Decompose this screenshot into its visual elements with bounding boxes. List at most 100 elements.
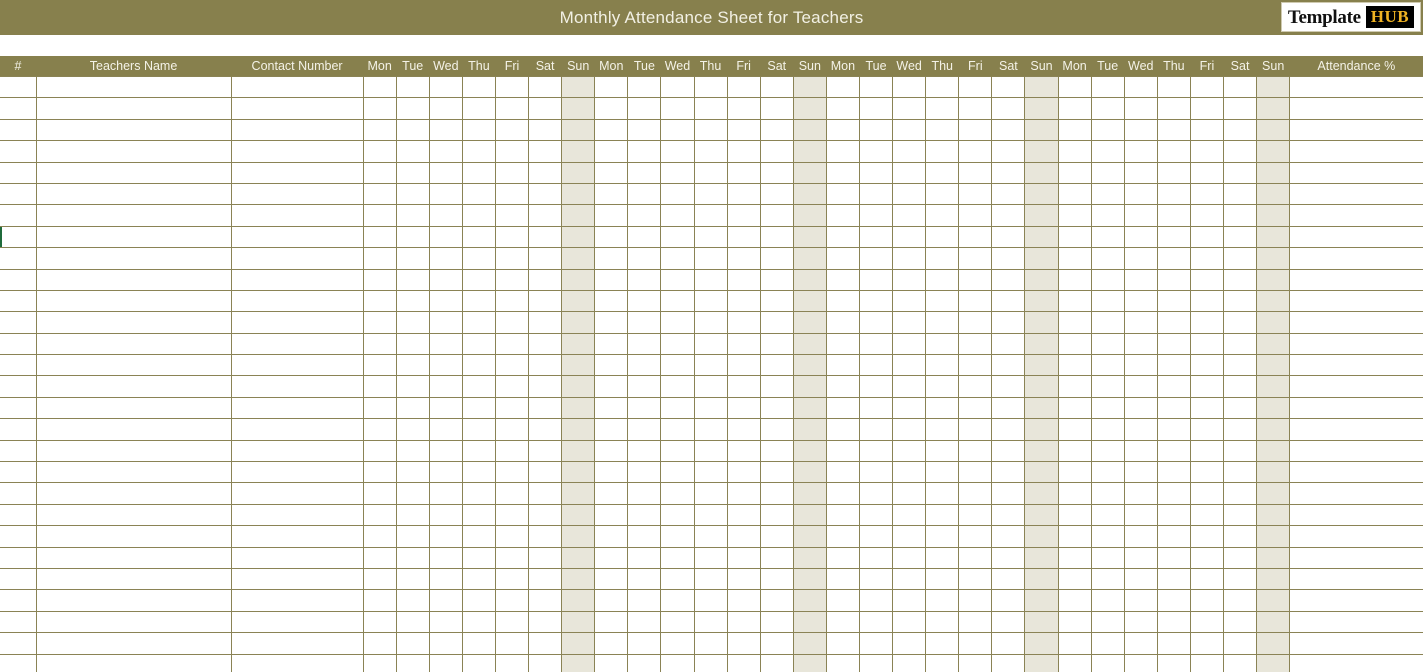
cell-day-mon-17-row-25[interactable] — [825, 610, 860, 634]
cell-day-tue-11-row-19[interactable] — [627, 482, 662, 505]
cell-name-row-11[interactable] — [35, 311, 232, 334]
cell-day-sun-9-row-25[interactable] — [561, 610, 596, 634]
cell-day-thu-13-row-21[interactable] — [693, 525, 728, 548]
cell-day-thu-20-row-1[interactable] — [925, 97, 960, 120]
cell-day-tue-25-row-24[interactable] — [1090, 589, 1125, 612]
cell-day-tue-18-row-7[interactable] — [858, 225, 894, 249]
cell-day-fri-28-row-6[interactable] — [1189, 204, 1225, 227]
cell-attendance-row-5[interactable] — [1289, 182, 1423, 206]
cell-day-sun-16-row-2[interactable] — [792, 118, 827, 142]
cell-day-wed-19-row-18[interactable] — [892, 461, 927, 484]
cell-day-tue-11-row-6[interactable] — [627, 204, 662, 227]
cell-day-sat-22-row-26[interactable] — [991, 632, 1026, 655]
cell-day-thu-27-row-16[interactable] — [1156, 418, 1191, 441]
cell-day-thu-27-row-7[interactable] — [1156, 225, 1191, 249]
cell-day-wed-12-row-3[interactable] — [660, 140, 695, 163]
cell-day-mon-10-row-16[interactable] — [594, 418, 629, 441]
cell-day-thu-13-row-13[interactable] — [693, 354, 728, 377]
cell-day-thu-13-row-0[interactable] — [693, 75, 728, 99]
cell-day-sat-29-row-23[interactable] — [1223, 567, 1258, 591]
cell-day-thu-6-row-0[interactable] — [461, 75, 496, 99]
cell-day-fri-28-row-7[interactable] — [1189, 225, 1225, 249]
cell-day-mon-24-row-18[interactable] — [1057, 461, 1092, 484]
cell-day-fri-21-row-27[interactable] — [958, 653, 993, 672]
cell-index-row-19[interactable] — [0, 482, 37, 505]
cell-day-thu-13-row-8[interactable] — [693, 247, 728, 270]
cell-day-wed-19-row-24[interactable] — [892, 589, 927, 612]
cell-day-sun-16-row-16[interactable] — [792, 418, 827, 441]
cell-day-thu-27-row-26[interactable] — [1156, 632, 1191, 655]
cell-day-sat-29-row-6[interactable] — [1223, 204, 1258, 227]
cell-day-fri-14-row-16[interactable] — [726, 418, 761, 441]
cell-day-mon-17-row-4[interactable] — [825, 161, 860, 184]
cell-day-sun-30-row-27[interactable] — [1256, 653, 1291, 672]
cell-day-tue-18-row-13[interactable] — [858, 354, 894, 377]
cell-day-thu-13-row-15[interactable] — [693, 396, 728, 420]
cell-day-fri-14-row-2[interactable] — [726, 118, 761, 142]
cell-day-fri-14-row-1[interactable] — [726, 97, 761, 120]
cell-index-row-26[interactable] — [0, 632, 37, 655]
cell-day-wed-19-row-15[interactable] — [892, 396, 927, 420]
cell-day-wed-5-row-4[interactable] — [428, 161, 463, 184]
cell-day-fri-21-row-14[interactable] — [958, 375, 993, 398]
cell-day-wed-26-row-5[interactable] — [1123, 182, 1158, 206]
cell-day-wed-26-row-26[interactable] — [1123, 632, 1158, 655]
cell-day-sat-22-row-22[interactable] — [991, 546, 1026, 569]
cell-day-tue-25-row-1[interactable] — [1090, 97, 1125, 120]
cell-day-tue-11-row-23[interactable] — [627, 567, 662, 591]
cell-day-tue-25-row-7[interactable] — [1090, 225, 1125, 249]
cell-day-tue-11-row-20[interactable] — [627, 503, 662, 527]
cell-day-mon-10-row-11[interactable] — [594, 311, 629, 334]
cell-day-fri-21-row-18[interactable] — [958, 461, 993, 484]
cell-day-thu-13-row-5[interactable] — [693, 182, 728, 206]
cell-day-tue-11-row-12[interactable] — [627, 332, 662, 356]
cell-day-fri-28-row-24[interactable] — [1189, 589, 1225, 612]
cell-day-thu-27-row-22[interactable] — [1156, 546, 1191, 569]
cell-day-mon-24-row-22[interactable] — [1057, 546, 1092, 569]
cell-day-thu-20-row-10[interactable] — [925, 289, 960, 313]
cell-day-fri-28-row-4[interactable] — [1189, 161, 1225, 184]
cell-day-sun-9-row-2[interactable] — [561, 118, 596, 142]
cell-day-fri-21-row-11[interactable] — [958, 311, 993, 334]
cell-day-fri-28-row-21[interactable] — [1189, 525, 1225, 548]
cell-index-row-25[interactable] — [0, 610, 37, 634]
cell-day-sun-9-row-22[interactable] — [561, 546, 596, 569]
cell-day-mon-10-row-19[interactable] — [594, 482, 629, 505]
cell-day-wed-12-row-27[interactable] — [660, 653, 695, 672]
cell-index-row-17[interactable] — [0, 439, 37, 463]
cell-day-sat-29-row-18[interactable] — [1223, 461, 1258, 484]
cell-day-thu-20-row-16[interactable] — [925, 418, 960, 441]
cell-day-mon-24-row-2[interactable] — [1057, 118, 1092, 142]
cell-index-row-6[interactable] — [0, 204, 37, 227]
cell-day-thu-6-row-20[interactable] — [461, 503, 496, 527]
cell-day-thu-6-row-14[interactable] — [461, 375, 496, 398]
cell-day-sat-8-row-22[interactable] — [528, 546, 563, 569]
cell-day-tue-18-row-27[interactable] — [858, 653, 894, 672]
cell-day-sat-15-row-7[interactable] — [759, 225, 794, 249]
cell-day-sun-30-row-20[interactable] — [1256, 503, 1291, 527]
cell-day-fri-14-row-25[interactable] — [726, 610, 761, 634]
cell-day-tue-25-row-13[interactable] — [1090, 354, 1125, 377]
cell-day-sun-9-row-18[interactable] — [561, 461, 596, 484]
cell-day-sun-9-row-20[interactable] — [561, 503, 596, 527]
cell-day-sun-16-row-25[interactable] — [792, 610, 827, 634]
cell-day-tue-11-row-16[interactable] — [627, 418, 662, 441]
cell-name-row-7[interactable] — [35, 225, 232, 249]
cell-day-thu-13-row-26[interactable] — [693, 632, 728, 655]
cell-day-sun-23-row-27[interactable] — [1024, 653, 1059, 672]
cell-attendance-row-25[interactable] — [1289, 610, 1423, 634]
cell-day-tue-11-row-18[interactable] — [627, 461, 662, 484]
cell-day-fri-7-row-1[interactable] — [494, 97, 530, 120]
cell-day-fri-14-row-24[interactable] — [726, 589, 761, 612]
cell-day-wed-5-row-22[interactable] — [428, 546, 463, 569]
cell-day-tue-25-row-11[interactable] — [1090, 311, 1125, 334]
cell-day-mon-3-row-10[interactable] — [362, 289, 397, 313]
cell-day-tue-18-row-23[interactable] — [858, 567, 894, 591]
cell-day-tue-25-row-0[interactable] — [1090, 75, 1125, 99]
cell-day-tue-4-row-18[interactable] — [395, 461, 430, 484]
cell-day-sun-16-row-10[interactable] — [792, 289, 827, 313]
cell-day-fri-28-row-5[interactable] — [1189, 182, 1225, 206]
cell-day-tue-4-row-26[interactable] — [395, 632, 430, 655]
cell-name-row-9[interactable] — [35, 268, 232, 291]
cell-day-tue-11-row-9[interactable] — [627, 268, 662, 291]
